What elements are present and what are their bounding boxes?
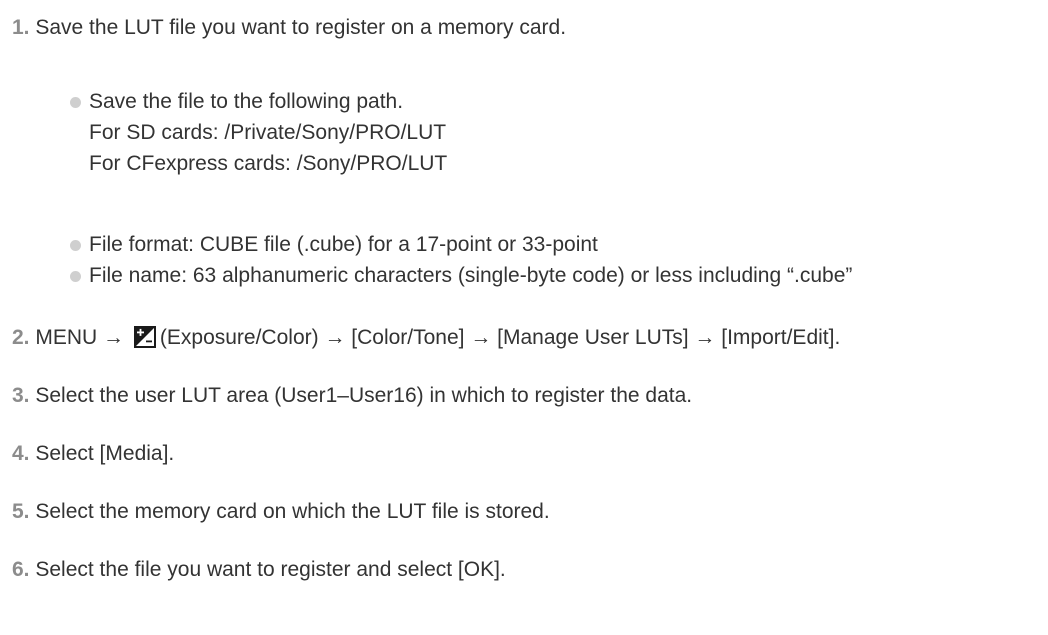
step-3: 3. Select the user LUT area (User1–User1…: [12, 380, 692, 411]
step-number: 5.: [12, 500, 30, 523]
bullet-item: File name: 63 alphanumeric characters (s…: [89, 260, 852, 291]
step-text: (Exposure/Color) → [Color/Tone] → [Manag…: [159, 326, 841, 349]
bullet-item: Save the file to the following path. For…: [89, 86, 447, 179]
step-number: 3.: [12, 384, 30, 407]
step-number: 2.: [12, 326, 30, 349]
step-2: 2. MENU → (Exposure/Color) → [Color/Tone…: [12, 322, 840, 353]
bullet-line: For SD cards: /Private/Sony/PRO/LUT: [89, 121, 447, 144]
bullet-dot-icon: [70, 271, 81, 282]
bullet-line: Save the file to the following path.: [89, 90, 404, 113]
bullet-line: File format: CUBE file (.cube) for a 17-…: [89, 233, 598, 256]
exposure-color-icon: [133, 326, 156, 348]
step-text: Save the LUT file you want to register o…: [35, 16, 567, 39]
step-4: 4. Select [Media].: [12, 438, 174, 469]
bullet-line: For CFexpress cards: /Sony/PRO/LUT: [89, 152, 448, 175]
menu-label: MENU: [35, 326, 98, 349]
bullet-item: File format: CUBE file (.cube) for a 17-…: [89, 229, 598, 260]
arrow: →: [103, 326, 125, 349]
step-text: Select the memory card on which the LUT …: [35, 500, 550, 523]
bullet-line: File name: 63 alphanumeric characters (s…: [89, 264, 853, 287]
bullet-dot-icon: [70, 97, 81, 108]
step-number: 1.: [12, 16, 30, 39]
step-1: 1. Save the LUT file you want to registe…: [12, 12, 566, 43]
step-number: 4.: [12, 442, 30, 465]
step-text: Select [Media].: [35, 442, 175, 465]
step-5: 5. Select the memory card on which the L…: [12, 496, 550, 527]
bullet-dot-icon: [70, 240, 81, 251]
step-number: 6.: [12, 558, 30, 581]
step-text: Select the file you want to register and…: [35, 558, 506, 581]
step-text: Select the user LUT area (User1–User16) …: [35, 384, 693, 407]
step-6: 6. Select the file you want to register …: [12, 554, 506, 585]
